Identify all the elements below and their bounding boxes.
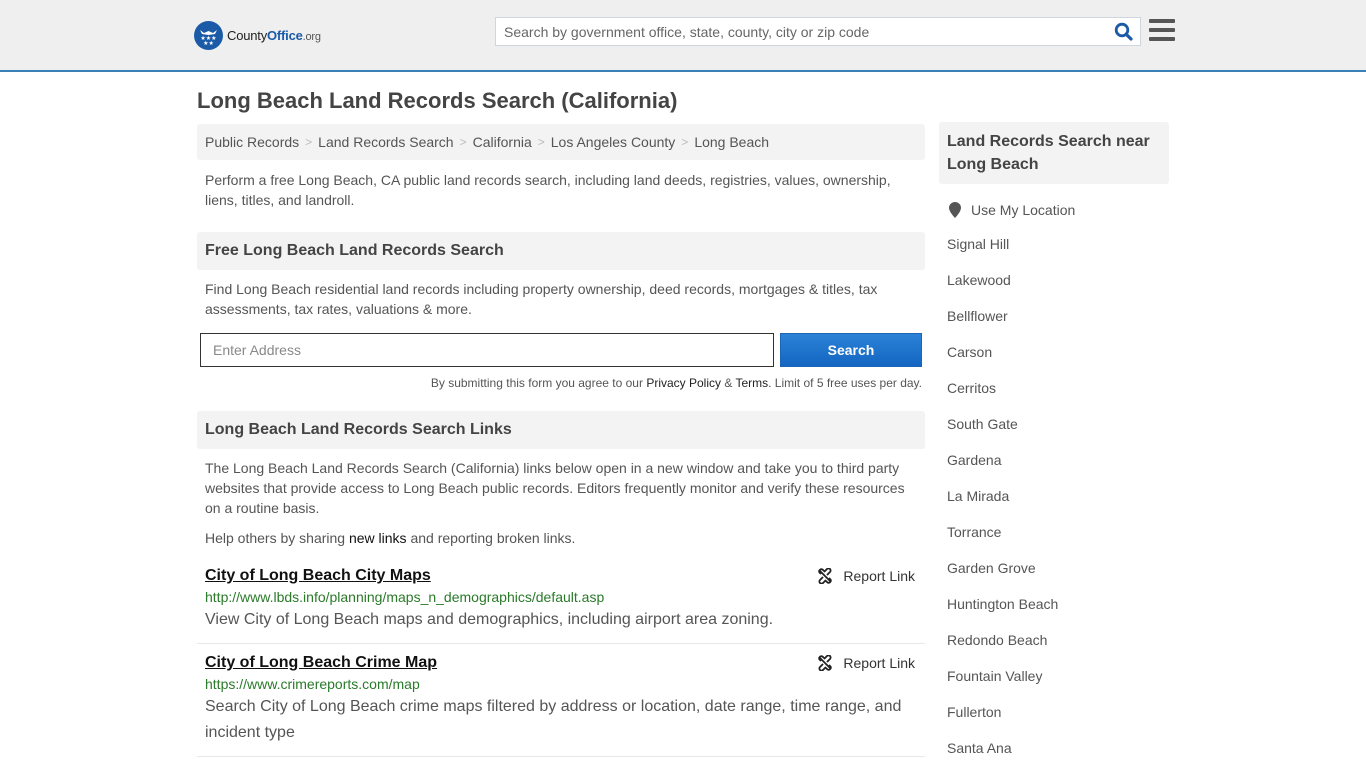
nearby-sidebar: Land Records Search near Long Beach Use … xyxy=(939,122,1169,766)
resource-link-description: View City of Long Beach maps and demogra… xyxy=(205,611,774,628)
nearby-city-link[interactable]: Cerritos xyxy=(947,380,996,396)
resource-link-url[interactable]: http://www.lbds.info/planning/maps_n_dem… xyxy=(205,589,917,605)
nearby-city-link[interactable]: Redondo Beach xyxy=(947,632,1047,648)
free-search-heading: Free Long Beach Land Records Search xyxy=(197,232,925,270)
eagle-stars-logo-icon: ★★★ ★★ xyxy=(194,20,223,50)
nearby-city-link[interactable]: La Mirada xyxy=(947,488,1009,504)
hamburger-menu-icon[interactable] xyxy=(1149,19,1175,43)
free-search-description: Find Long Beach residential land records… xyxy=(205,281,878,317)
map-pin-icon xyxy=(949,202,961,218)
nearby-city-item: Carson xyxy=(947,334,1169,370)
search-icon xyxy=(1114,22,1133,41)
resource-link-title[interactable]: City of Long Beach City Maps xyxy=(205,567,431,585)
address-search-form: Search xyxy=(197,333,925,367)
resource-link-title[interactable]: City of Long Beach Crime Map xyxy=(205,654,437,672)
nearby-city-item: Garden Grove xyxy=(947,550,1169,586)
nearby-city-item: Huntington Beach xyxy=(947,586,1169,622)
page-title: Long Beach Land Records Search (Californ… xyxy=(197,88,678,113)
main-content: Public Records > Land Records Search > C… xyxy=(197,124,925,757)
address-search-button[interactable]: Search xyxy=(780,333,922,367)
use-location: Use My Location xyxy=(939,202,1169,218)
breadcrumb: Public Records > Land Records Search > C… xyxy=(197,124,925,160)
nearby-city-link[interactable]: Fullerton xyxy=(947,704,1001,720)
svg-text:★★: ★★ xyxy=(203,40,214,46)
nearby-city-item: Redondo Beach xyxy=(947,622,1169,658)
breadcrumb-separator: > xyxy=(305,135,313,149)
nearby-city-item: Fountain Valley xyxy=(947,658,1169,694)
report-link-button[interactable]: Report Link xyxy=(817,655,915,671)
resource-link-url[interactable]: https://www.crimereports.com/map xyxy=(205,676,917,692)
help-text: Help others by sharing new links and rep… xyxy=(205,530,576,546)
nearby-city-item: Fullerton xyxy=(947,694,1169,730)
sidebar-heading: Land Records Search near Long Beach xyxy=(939,122,1169,184)
breadcrumb-land-records-search[interactable]: Land Records Search xyxy=(318,134,453,150)
form-disclaimer: By submitting this form you agree to our… xyxy=(430,376,922,390)
resource-link-description: Search City of Long Beach crime maps fil… xyxy=(205,698,902,741)
breadcrumb-separator: > xyxy=(537,135,545,149)
nearby-city-link[interactable]: Bellflower xyxy=(947,308,1008,324)
breadcrumb-separator: > xyxy=(681,135,689,149)
resource-link-item: City of Long Beach City Maps Report Link… xyxy=(197,567,925,644)
broken-link-icon xyxy=(818,655,833,671)
site-header: ★★★ ★★ CountyOffice.org xyxy=(0,0,1366,72)
nearby-city-link[interactable]: South Gate xyxy=(947,416,1018,432)
nearby-city-link[interactable]: Gardena xyxy=(947,452,1001,468)
nearby-city-item: Gardena xyxy=(947,442,1169,478)
broken-link-icon xyxy=(818,568,833,584)
nearby-city-item: South Gate xyxy=(947,406,1169,442)
breadcrumb-long-beach[interactable]: Long Beach xyxy=(694,134,769,150)
search-button[interactable] xyxy=(1106,18,1140,45)
nearby-city-link[interactable]: Santa Ana xyxy=(947,740,1012,756)
nearby-city-item: Signal Hill xyxy=(947,226,1169,262)
nearby-city-link[interactable]: Torrance xyxy=(947,524,1001,540)
address-input[interactable] xyxy=(200,333,774,367)
intro-text: Perform a free Long Beach, CA public lan… xyxy=(205,172,891,208)
nearby-city-link[interactable]: Fountain Valley xyxy=(947,668,1042,684)
terms-link[interactable]: Terms xyxy=(735,376,768,390)
use-my-location-link[interactable]: Use My Location xyxy=(971,202,1075,218)
nearby-city-link[interactable]: Carson xyxy=(947,344,992,360)
nearby-city-list: Signal Hill Lakewood Bellflower Carson Cerri… xyxy=(939,226,1169,766)
links-section-description: The Long Beach Land Records Search (Cali… xyxy=(205,460,905,516)
resource-link-item: City of Long Beach Crime Map Report Link… xyxy=(197,654,925,757)
breadcrumb-los-angeles-county[interactable]: Los Angeles County xyxy=(551,134,676,150)
nearby-city-link[interactable]: Garden Grove xyxy=(947,560,1036,576)
nearby-city-item: La Mirada xyxy=(947,478,1169,514)
nearby-city-item: Cerritos xyxy=(947,370,1169,406)
report-link-button[interactable]: Report Link xyxy=(817,568,915,584)
nearby-city-link[interactable]: Huntington Beach xyxy=(947,596,1058,612)
nearby-city-link[interactable]: Signal Hill xyxy=(947,236,1009,252)
nearby-city-item: Torrance xyxy=(947,514,1169,550)
breadcrumb-public-records[interactable]: Public Records xyxy=(205,134,299,150)
global-search-input[interactable] xyxy=(496,18,1106,45)
nearby-city-link[interactable]: Lakewood xyxy=(947,272,1011,288)
nearby-city-item: Lakewood xyxy=(947,262,1169,298)
links-section-heading: Long Beach Land Records Search Links xyxy=(197,411,925,449)
nearby-city-item: Bellflower xyxy=(947,298,1169,334)
logo-text: CountyOffice.org xyxy=(227,27,321,43)
new-links-link[interactable]: new links xyxy=(349,530,407,546)
breadcrumb-separator: > xyxy=(459,135,467,149)
nearby-city-item: Santa Ana xyxy=(947,730,1169,766)
breadcrumb-california[interactable]: California xyxy=(473,134,532,150)
site-logo[interactable]: ★★★ ★★ CountyOffice.org xyxy=(194,20,321,50)
privacy-policy-link[interactable]: Privacy Policy xyxy=(646,376,721,390)
global-search xyxy=(495,17,1141,46)
